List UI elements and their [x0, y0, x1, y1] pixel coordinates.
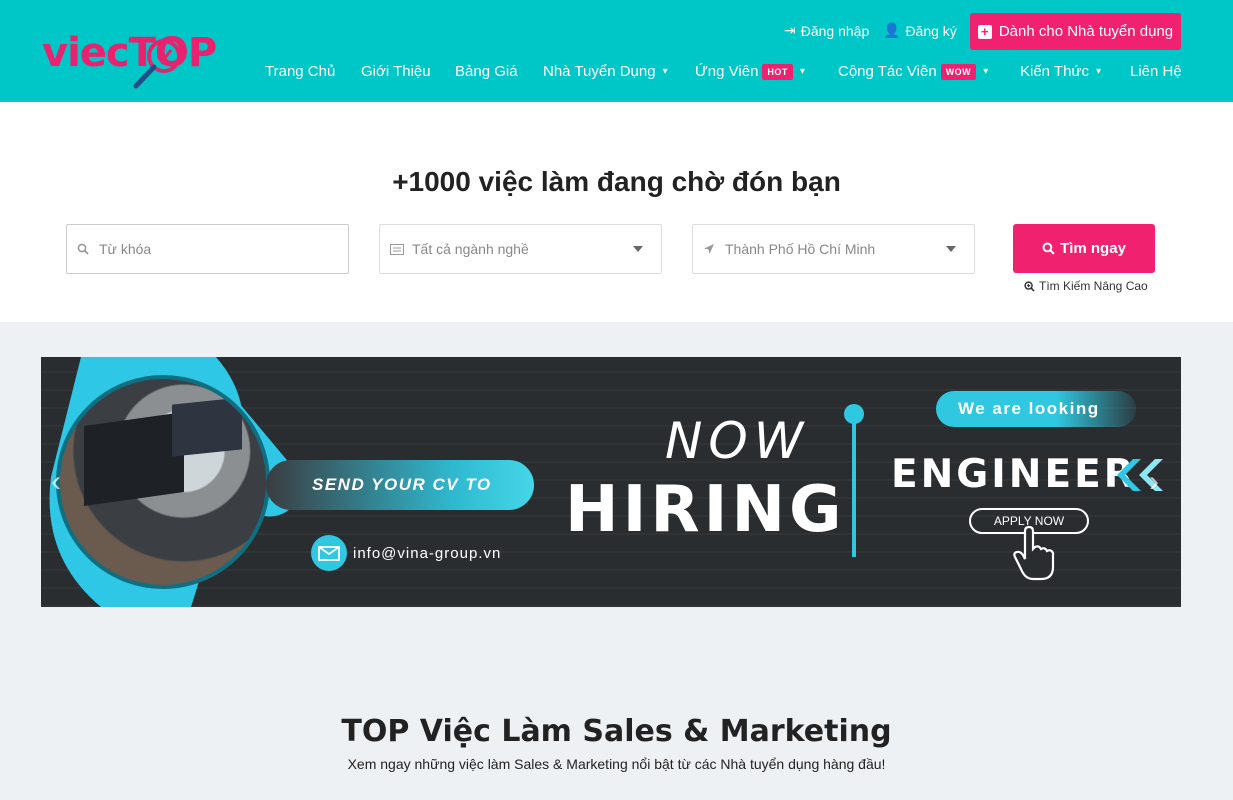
nav-item-home[interactable]: Trang Chủ: [265, 63, 335, 80]
chevron-down-icon: ▾: [662, 66, 668, 77]
nav-item-knowledge[interactable]: Kiến Thức ▾: [1020, 63, 1101, 80]
nav-item-candidates[interactable]: Ứng Viên HOT ▾: [695, 63, 805, 80]
slider-prev-arrow[interactable]: ‹: [51, 465, 61, 499]
section-subtitle: Xem ngay những việc làm Sales & Marketin…: [347, 756, 886, 772]
chevron-down-icon: ▾: [983, 66, 989, 77]
banner-email: info@vina-group.vn: [353, 544, 502, 562]
main-nav: Trang Chủ Giới Thiệu Bảng Giá Nhà Tuyển …: [0, 63, 1233, 85]
laptop-screen-shape: [172, 397, 242, 457]
location-value: Thành Phố Hồ Chí Minh: [725, 241, 876, 257]
nav-label: Trang Chủ: [265, 63, 336, 80]
banner-divider-dot: [844, 404, 864, 424]
nav-item-employers[interactable]: Nhà Tuyển Dụng ▾: [543, 63, 668, 80]
envelope-icon: [311, 535, 347, 571]
register-link[interactable]: 👤 Đăng ký: [883, 22, 957, 39]
chevron-down-icon: ▾: [799, 66, 805, 77]
employer-label: Dành cho Nhà tuyển dụng: [998, 23, 1174, 40]
banner-now: NOW: [665, 412, 810, 470]
login-label: Đăng nhập: [800, 22, 870, 39]
nav-label: Ứng Viên: [695, 63, 759, 80]
search-headline: +1000 việc làm đang chờ đón bạn: [392, 166, 841, 197]
advanced-search-label: Tìm Kiếm Nâng Cao: [1039, 279, 1148, 293]
employer-button[interactable]: + Dành cho Nhà tuyển dụng: [970, 13, 1181, 50]
hot-badge: HOT: [762, 63, 793, 80]
search-button[interactable]: Tìm ngay: [1013, 224, 1155, 273]
hero-banner[interactable]: SEND YOUR CV TO info@vina-group.vn NOW H…: [41, 357, 1181, 607]
nav-item-collaborators[interactable]: Cộng Tác Viên WOW ▾: [838, 63, 988, 80]
zoom-icon: [1024, 280, 1035, 292]
banner-hiring: HIRING: [565, 473, 846, 547]
location-arrow-icon: [703, 243, 721, 255]
login-link[interactable]: ⇥ Đăng nhập: [784, 22, 869, 39]
banner-email-row: info@vina-group.vn: [311, 535, 501, 571]
search-button-label: Tìm ngay: [1060, 240, 1126, 257]
hand-pointer-icon: [1013, 525, 1055, 581]
keyword-input[interactable]: Từ khóa: [66, 224, 349, 274]
banner-engineer: ENGINEER: [891, 452, 1137, 497]
laptop-screen-shape: [84, 411, 184, 507]
caret-down-icon: [946, 246, 956, 252]
location-select[interactable]: Thành Phố Hồ Chí Minh: [692, 224, 975, 274]
nav-label: Giới Thiệu: [361, 63, 431, 80]
section-title: TOP Việc Làm Sales & Marketing: [341, 714, 892, 749]
banner-divider: [852, 414, 856, 557]
send-cv-pill: SEND YOUR CV TO: [266, 460, 534, 510]
nav-label: Liên Hệ: [1130, 63, 1182, 80]
site-header: viecTOP ⇥ Đăng nhập 👤 Đăng ký + Dành cho…: [0, 0, 1233, 102]
nav-item-about[interactable]: Giới Thiệu: [361, 63, 431, 80]
nav-label: Bảng Giá: [455, 63, 518, 80]
add-user-icon: 👤: [883, 22, 901, 38]
banner-photo: [56, 375, 270, 589]
keyword-placeholder: Từ khóa: [99, 241, 152, 257]
industry-select[interactable]: Tất cả ngành nghề: [379, 224, 662, 274]
advanced-search-link[interactable]: Tìm Kiếm Nâng Cao: [1024, 279, 1148, 293]
list-icon: [390, 243, 408, 255]
register-label: Đăng ký: [905, 22, 957, 39]
caret-down-icon: [633, 246, 643, 252]
search-icon: [1042, 242, 1055, 255]
login-icon: ⇥: [784, 22, 796, 38]
nav-item-pricing[interactable]: Bảng Giá: [455, 63, 518, 80]
nav-label: Cộng Tác Viên: [838, 63, 937, 80]
search-section: +1000 việc làm đang chờ đón bạn Từ khóa …: [0, 102, 1233, 322]
banner-looking-pill: We are looking: [936, 391, 1136, 427]
nav-label: Kiến Thức: [1020, 63, 1089, 80]
industry-value: Tất cả ngành nghề: [412, 241, 529, 257]
wow-badge: WOW: [940, 63, 977, 80]
slider-next-arrow[interactable]: ›: [1149, 465, 1159, 499]
nav-label: Nhà Tuyển Dụng: [543, 63, 656, 80]
search-icon: [77, 243, 95, 255]
nav-item-contact[interactable]: Liên Hệ: [1130, 63, 1182, 80]
plus-square-icon: +: [977, 24, 992, 39]
chevron-down-icon: ▾: [1095, 66, 1101, 77]
